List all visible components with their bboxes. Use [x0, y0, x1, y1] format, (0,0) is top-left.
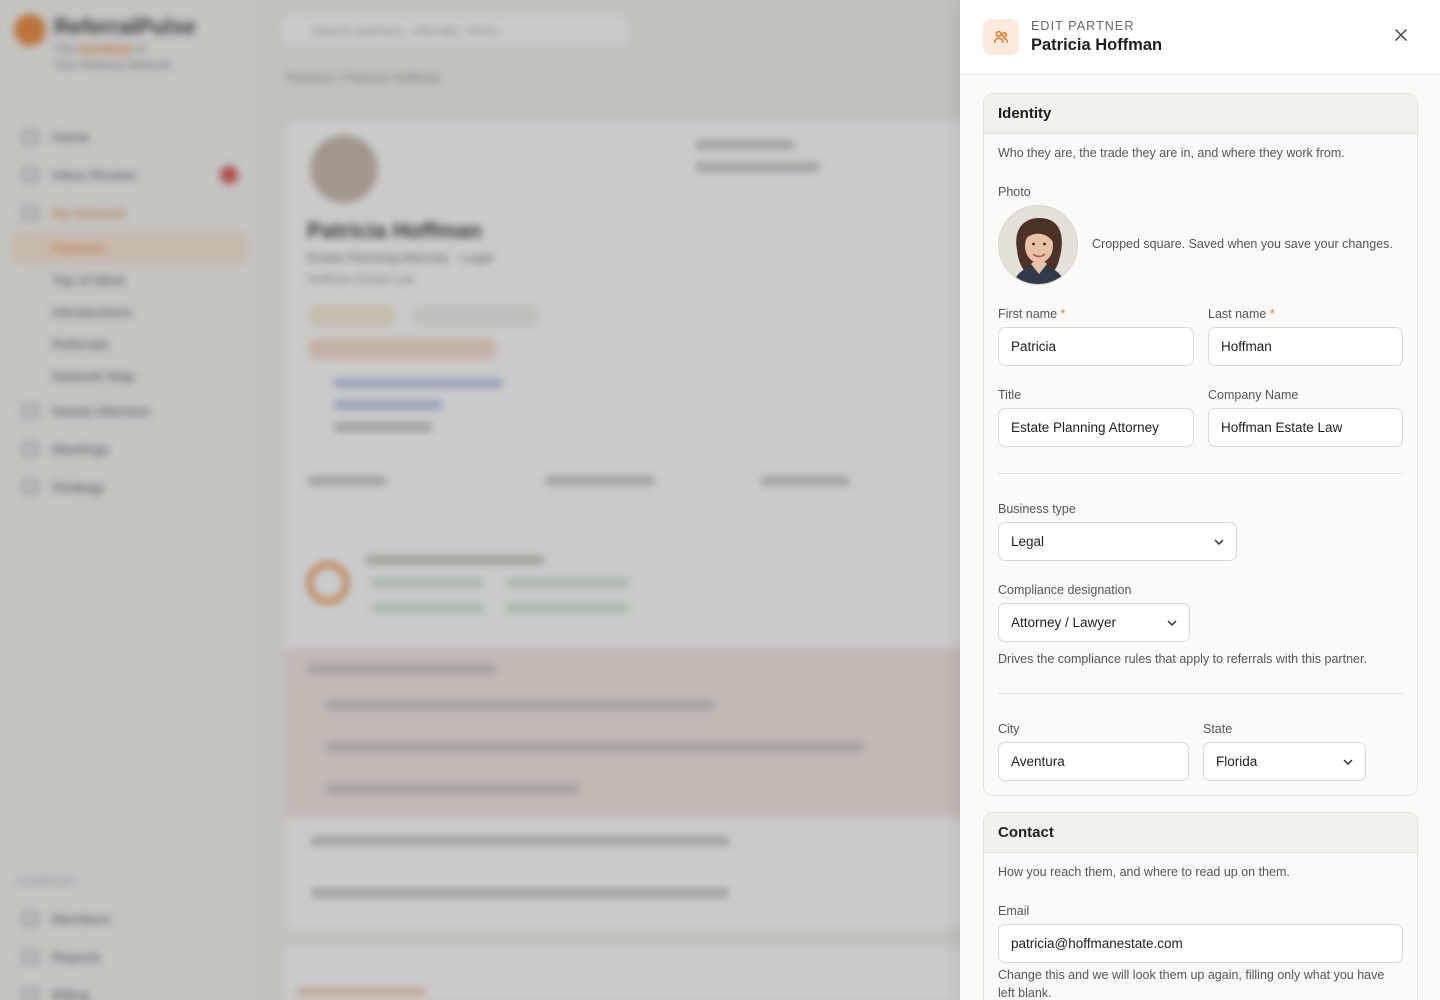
city-field[interactable]: Aventura: [998, 742, 1189, 781]
edit-partner-drawer: EDIT PARTNER Patricia Hoffman Identity W…: [960, 0, 1440, 1000]
required-mark: *: [1060, 307, 1066, 321]
modal-backdrop[interactable]: [0, 0, 960, 1000]
business-type-value: Legal: [1011, 534, 1045, 549]
title-field[interactable]: Estate Planning Attorney: [998, 408, 1194, 447]
close-icon: [1394, 28, 1408, 47]
contact-description: How you reach them, and where to read up…: [998, 865, 1290, 879]
identity-description: Who they are, the trade they are in, and…: [998, 146, 1345, 160]
contact-heading: Contact: [984, 813, 1417, 853]
state-label: State: [1203, 722, 1233, 736]
portrait-image: [999, 206, 1077, 284]
compliance-label: Compliance designation: [998, 583, 1132, 597]
drawer-kicker: EDIT PARTNER: [1031, 19, 1135, 33]
city-label: City: [998, 722, 1020, 736]
drawer-title: Patricia Hoffman: [1031, 36, 1163, 54]
compliance-help: Drives the compliance rules that apply t…: [998, 652, 1367, 666]
email-label: Email: [998, 904, 1030, 918]
email-help: Change this and we will look them up aga…: [998, 968, 1385, 1000]
identity-heading: Identity: [984, 94, 1417, 134]
chevron-down-icon: [1214, 537, 1224, 547]
partner-users-icon: [983, 19, 1019, 55]
title-label: Title: [998, 388, 1022, 402]
contact-section: Contact How you reach them, and where to…: [983, 812, 1418, 1000]
section-divider: [998, 473, 1403, 474]
partner-photo[interactable]: [998, 205, 1078, 285]
company-name-field[interactable]: Hoffman Estate Law: [1208, 408, 1403, 447]
photo-label: Photo: [998, 185, 1031, 199]
photo-hint: Cropped square. Saved when you save your…: [1092, 237, 1393, 251]
close-button[interactable]: [1388, 24, 1414, 50]
chevron-down-icon: [1343, 757, 1353, 767]
section-divider: [998, 693, 1403, 694]
last-name-label: Last name *: [1208, 307, 1275, 321]
first-name-label: First name *: [998, 307, 1065, 321]
last-name-field[interactable]: Hoffman: [1208, 327, 1403, 366]
first-name-label-text: First name: [998, 307, 1058, 321]
state-value: Florida: [1216, 754, 1258, 769]
email-field[interactable]: patricia@hoffmanestate.com: [998, 924, 1403, 963]
last-name-label-text: Last name: [1208, 307, 1267, 321]
company-label: Company Name: [1208, 388, 1299, 402]
drawer-body: Identity Who they are, the trade they ar…: [960, 75, 1440, 1000]
compliance-designation-select[interactable]: Attorney / Lawyer: [998, 603, 1190, 642]
first-name-field[interactable]: Patricia: [998, 327, 1194, 366]
business-type-label: Business type: [998, 502, 1076, 516]
state-select[interactable]: Florida: [1203, 742, 1366, 781]
chevron-down-icon: [1167, 618, 1177, 628]
business-type-select[interactable]: Legal: [998, 522, 1237, 561]
drawer-header: EDIT PARTNER Patricia Hoffman: [960, 0, 1440, 75]
required-mark: *: [1269, 307, 1275, 321]
identity-section: Identity Who they are, the trade they ar…: [983, 93, 1418, 796]
compliance-value: Attorney / Lawyer: [1011, 615, 1117, 630]
